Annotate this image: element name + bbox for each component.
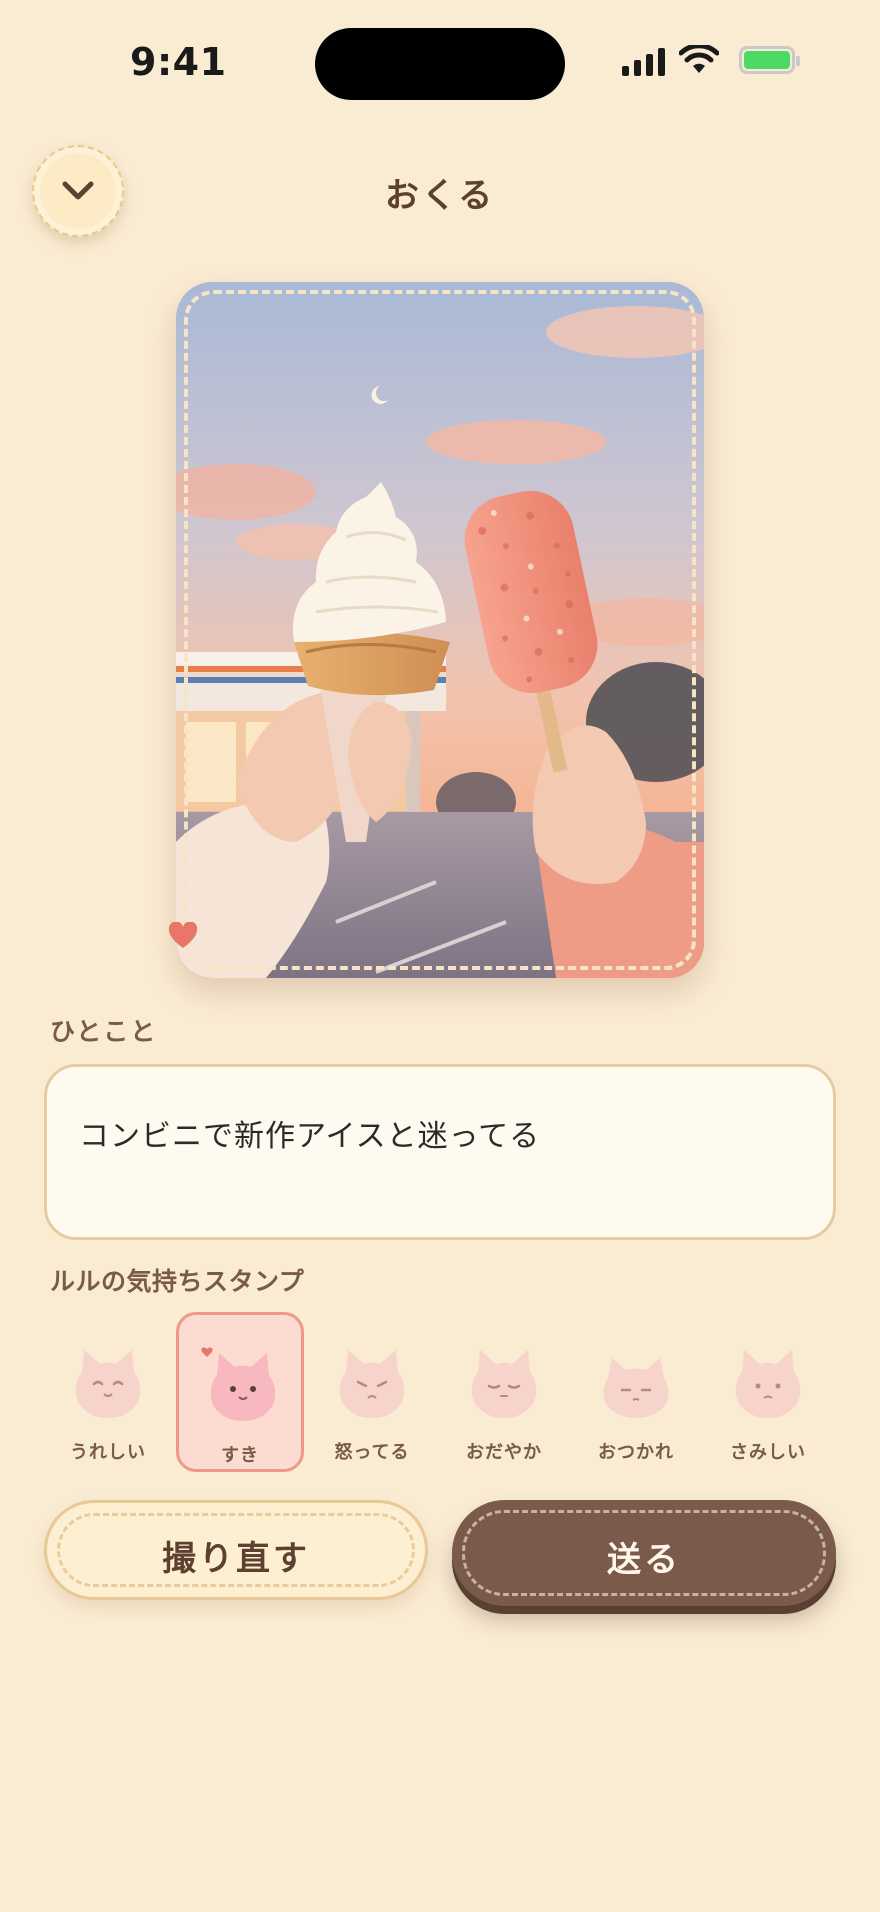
lonely-cat-icon [735, 1350, 801, 1418]
tired-cat-icon [603, 1358, 669, 1418]
send-screen: 9:41 おくる ひとこと コンビニで新作アイスと迷ってる ルルの気持ちスタンプ… [0, 0, 880, 1912]
love-cat-icon [201, 1347, 276, 1421]
message-text: コンビニで新作アイスと迷ってる [79, 1119, 541, 1154]
stamps-label: ルルの気持ちスタンプ [50, 1267, 305, 1296]
message-label: ひとこと [50, 1017, 158, 1046]
stamp-picker: うれしい すき 怒ってる おだやか おつかれ さみしい [44, 1312, 836, 1474]
stamp-label: すき [221, 1445, 259, 1466]
stamp-label: 怒ってる [334, 1442, 410, 1463]
dynamic-island [315, 28, 565, 100]
stamp-love[interactable]: すき [176, 1312, 304, 1472]
stamp-label: うれしい [70, 1442, 146, 1463]
ice-cream-photo [176, 282, 704, 978]
stamp-calm[interactable]: おだやか [440, 1312, 568, 1472]
status-icons [622, 44, 800, 76]
status-time: 9:41 [130, 40, 227, 84]
angry-cat-icon [339, 1350, 405, 1418]
photo-preview [176, 282, 704, 978]
stamp-tired[interactable]: おつかれ [572, 1312, 700, 1472]
stamp-lonely[interactable]: さみしい [704, 1312, 832, 1472]
stamp-happy[interactable]: うれしい [44, 1312, 172, 1472]
heart-icon [168, 922, 198, 948]
stamp-label: おだやか [466, 1442, 542, 1463]
send-label: 送る [607, 1540, 681, 1580]
retake-label: 撮り直す [162, 1539, 310, 1579]
calm-cat-icon [471, 1350, 537, 1418]
stamp-angry[interactable]: 怒ってる [308, 1312, 436, 1472]
retake-button[interactable]: 撮り直す [44, 1500, 428, 1600]
cellular-signal-icon [622, 44, 665, 76]
wifi-icon [679, 45, 719, 73]
stamp-label: おつかれ [598, 1442, 674, 1463]
stamp-label: さみしい [730, 1442, 806, 1463]
page-title: おくる [384, 176, 496, 216]
happy-cat-icon [75, 1350, 141, 1418]
battery-charging-icon [739, 46, 800, 74]
send-button[interactable]: 送る [452, 1500, 836, 1606]
message-input[interactable]: コンビニで新作アイスと迷ってる [44, 1064, 836, 1240]
